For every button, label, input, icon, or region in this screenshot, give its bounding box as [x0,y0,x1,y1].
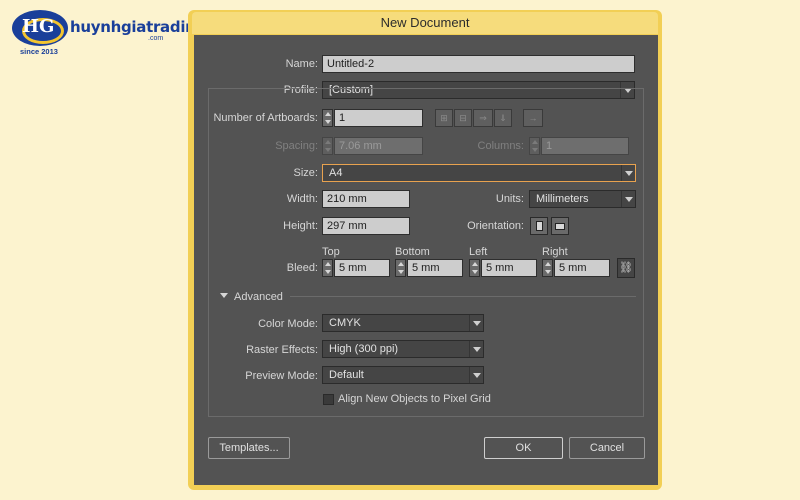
spacing-label: Spacing: [275,140,318,152]
bleed-bottom-stepper[interactable] [395,259,406,277]
logo-since: since 2013 [20,47,58,56]
orientation-label: Orientation: [467,220,524,232]
bleed-top-input[interactable]: 5 mm [334,259,390,277]
landscape-button[interactable] [551,217,569,235]
spacing-input[interactable]: 7.06 mm [334,137,423,155]
arrange-by-row-icon[interactable]: ⇒ [473,109,493,127]
chain-link-icon[interactable]: ⛓ [617,258,635,278]
templates-button[interactable]: Templates... [208,437,290,459]
landscape-icon [555,223,565,230]
bleed-left-stepper[interactable] [469,259,480,277]
bleed-right-input[interactable]: 5 mm [554,259,610,277]
size-select[interactable]: A4 [322,164,636,182]
portrait-button[interactable] [530,217,548,235]
chevron-down-icon [469,367,483,383]
align-pixel-grid-label[interactable]: Align New Objects to Pixel Grid [338,393,491,405]
align-pixel-grid-checkbox[interactable] [323,394,334,405]
bleed-top-stepper[interactable] [322,259,333,277]
right-to-left-icon[interactable]: → [523,109,543,127]
disclosure-triangle-icon[interactable] [220,293,228,298]
spacing-stepper[interactable] [322,137,333,155]
logo-domain: .com [148,35,164,42]
height-label: Height: [283,220,318,232]
size-label: Size: [293,167,318,179]
raster-effects-select[interactable]: High (300 ppi) [322,340,484,358]
preview-mode-value: Default [329,369,364,381]
preview-mode-label: Preview Mode: [245,370,318,382]
width-input[interactable]: 210 mm [322,190,410,208]
bleed-bottom-input[interactable]: 5 mm [407,259,463,277]
size-value: A4 [329,167,343,179]
raster-effects-value: High (300 ppi) [329,343,399,355]
ok-button[interactable]: OK [484,437,563,459]
color-mode-label: Color Mode: [258,318,318,330]
name-label: Name: [285,58,318,70]
chevron-down-icon [469,315,483,331]
width-label: Width: [286,193,318,205]
bleed-bottom-label: Bottom [395,246,430,258]
bleed-label: Bleed: [286,262,318,274]
columns-label: Columns: [477,140,524,152]
artboards-stepper[interactable] [322,109,333,127]
bleed-top-label: Top [322,246,340,258]
portrait-icon [536,221,543,231]
bleed-left-label: Left [469,246,488,258]
units-label: Units: [495,193,524,205]
brand-logo: HG huynhgiatrading .com since 2013 [8,8,206,58]
units-select[interactable]: Millimeters [529,190,636,208]
units-value: Millimeters [536,193,589,205]
height-input[interactable]: 297 mm [322,217,410,235]
advanced-divider [290,296,636,297]
name-input[interactable]: Untitled-2 [322,55,635,73]
artboards-label: Number of Artboards: [213,112,318,124]
logo-letters: HG [22,16,55,37]
advanced-label[interactable]: Advanced [234,291,283,303]
cancel-button[interactable]: Cancel [569,437,645,459]
bleed-left-input[interactable]: 5 mm [481,259,537,277]
color-mode-value: CMYK [329,317,361,329]
columns-stepper[interactable] [529,137,540,155]
grid-by-row-icon[interactable]: ⊞ [435,109,453,127]
chevron-down-icon [621,191,635,207]
color-mode-select[interactable]: CMYK [322,314,484,332]
grid-by-column-icon[interactable]: ⊟ [454,109,472,127]
arrange-by-column-icon[interactable]: ⇓ [494,109,512,127]
bleed-right-label: Right [542,246,568,258]
preview-mode-select[interactable]: Default [322,366,484,384]
chevron-down-icon [621,165,635,181]
logo-wordmark: huynhgiatrading [70,18,206,36]
chevron-down-icon [469,341,483,357]
raster-effects-label: Raster Effects: [246,344,318,356]
artboards-input[interactable]: 1 [334,109,423,127]
columns-input[interactable]: 1 [541,137,629,155]
bleed-right-stepper[interactable] [542,259,553,277]
dialog-title: New Document [380,15,470,30]
